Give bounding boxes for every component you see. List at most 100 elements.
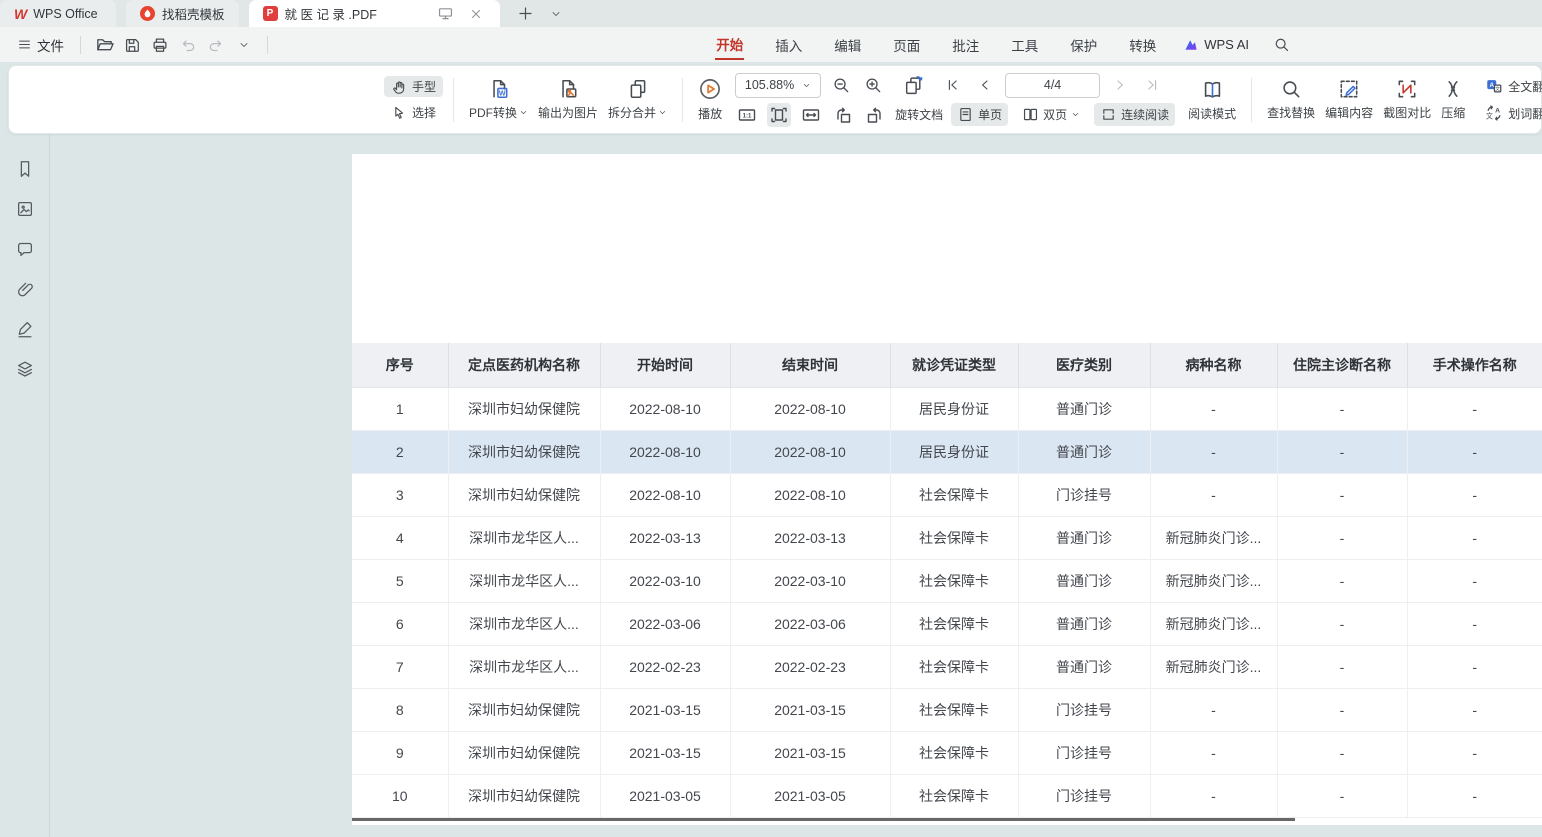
rotate-right-button[interactable] bbox=[863, 103, 887, 127]
medical-records-table-wrap: 序号定点医药机构名称开始时间结束时间就诊凭证类型医疗类别病种名称住院主诊断名称手… bbox=[352, 343, 1542, 821]
table-cell: - bbox=[1277, 516, 1407, 559]
tab-list-chevron-icon[interactable] bbox=[546, 4, 566, 24]
table-cell: 2022-03-13 bbox=[600, 516, 730, 559]
table-cell: 6 bbox=[352, 602, 448, 645]
table-cell: 深圳市龙华区人... bbox=[448, 559, 600, 602]
select-tool-button[interactable]: 选择 bbox=[384, 102, 443, 123]
search-icon[interactable] bbox=[1273, 36, 1290, 53]
fit-page-button[interactable] bbox=[767, 103, 791, 127]
next-page-button[interactable] bbox=[1108, 73, 1132, 97]
column-header: 医疗类别 bbox=[1018, 343, 1150, 387]
zoom-in-button[interactable] bbox=[861, 73, 885, 97]
zoom-out-button[interactable] bbox=[829, 73, 853, 97]
layers-icon[interactable] bbox=[14, 358, 36, 380]
comment-icon[interactable] bbox=[14, 238, 36, 260]
last-page-button[interactable] bbox=[1140, 73, 1164, 97]
table-cell: - bbox=[1277, 430, 1407, 473]
single-page-button[interactable]: 单页 bbox=[951, 103, 1008, 126]
wps-ai-button[interactable]: WPS AI bbox=[1183, 37, 1249, 53]
export-image-button[interactable]: 输出为图片 bbox=[533, 76, 603, 123]
pdf-convert-button[interactable]: W PDF转换 bbox=[464, 76, 533, 123]
menu-convert[interactable]: 转换 bbox=[1128, 31, 1157, 59]
redo-button[interactable] bbox=[204, 33, 228, 57]
previous-page-button[interactable] bbox=[973, 73, 997, 97]
word-translation-button[interactable]: 文 A 划词翻译 bbox=[1478, 102, 1542, 124]
attachment-icon[interactable] bbox=[14, 278, 36, 300]
table-cell: 门诊挂号 bbox=[1018, 731, 1150, 774]
signature-icon[interactable] bbox=[14, 318, 36, 340]
divider bbox=[267, 36, 268, 54]
table-cell: 普通门诊 bbox=[1018, 387, 1150, 430]
zoom-level-select[interactable]: 105.88% bbox=[735, 73, 821, 98]
menu-page[interactable]: 页面 bbox=[892, 31, 921, 59]
double-page-button[interactable]: 双页 bbox=[1016, 103, 1086, 126]
read-mode-button[interactable]: 阅读模式 bbox=[1183, 76, 1241, 124]
menu-protect[interactable]: 保护 bbox=[1069, 31, 1098, 59]
menu-insert[interactable]: 插入 bbox=[774, 31, 803, 59]
table-cell: - bbox=[1407, 774, 1542, 817]
find-replace-button[interactable]: 查找替换 bbox=[1262, 76, 1320, 123]
menu-tools[interactable]: 工具 bbox=[1010, 31, 1039, 59]
svg-text:文: 文 bbox=[1486, 111, 1493, 120]
screenshot-compare-button[interactable]: 截图对比 bbox=[1378, 76, 1436, 123]
file-menu-label: 文件 bbox=[37, 35, 64, 55]
page-thumbnails-icon[interactable] bbox=[14, 198, 36, 220]
menu-home[interactable]: 开始 bbox=[715, 30, 744, 60]
table-bottom-line bbox=[352, 818, 1295, 821]
table-cell: 10 bbox=[352, 774, 448, 817]
page-number-input[interactable]: 4/4 bbox=[1005, 73, 1100, 98]
undo-button[interactable] bbox=[176, 33, 200, 57]
single-page-label: 单页 bbox=[978, 106, 1002, 123]
table-cell: - bbox=[1407, 731, 1542, 774]
rotate-doc-label[interactable]: 旋转文档 bbox=[895, 106, 943, 123]
save-button[interactable] bbox=[120, 33, 144, 57]
book-icon bbox=[1201, 78, 1224, 101]
word-translation-label: 划词翻译 bbox=[1508, 105, 1542, 122]
compress-button[interactable]: 压缩 bbox=[1436, 76, 1470, 123]
column-header: 就诊凭证类型 bbox=[890, 343, 1018, 387]
menu-annotate[interactable]: 批注 bbox=[951, 31, 980, 59]
bookmark-icon[interactable] bbox=[14, 158, 36, 180]
read-mode-label: 阅读模式 bbox=[1188, 105, 1236, 122]
redo-icon bbox=[207, 36, 225, 54]
fit-width-button[interactable] bbox=[799, 103, 823, 127]
continuous-read-button[interactable]: 连续阅读 bbox=[1094, 103, 1175, 126]
docer-icon bbox=[140, 6, 155, 21]
file-menu-button[interactable]: 文件 bbox=[10, 32, 71, 58]
single-page-icon bbox=[957, 106, 974, 123]
tab-medical-record-pdf[interactable]: P 就 医 记 录 .PDF bbox=[249, 0, 500, 27]
fit-width-icon bbox=[801, 105, 821, 125]
tab-docer-templates[interactable]: 找稻壳模板 bbox=[126, 0, 239, 27]
table-cell: 普通门诊 bbox=[1018, 602, 1150, 645]
page-number-value: 4/4 bbox=[1044, 78, 1061, 92]
table-row: 3深圳市妇幼保健院2022-08-102022-08-10社会保障卡门诊挂号--… bbox=[352, 473, 1542, 516]
table-cell: 普通门诊 bbox=[1018, 645, 1150, 688]
actual-size-button[interactable]: 1:1 bbox=[735, 103, 759, 127]
monitor-icon[interactable] bbox=[436, 4, 456, 24]
close-tab-icon[interactable] bbox=[466, 4, 486, 24]
column-header: 开始时间 bbox=[600, 343, 730, 387]
menu-edit[interactable]: 编辑 bbox=[833, 31, 862, 59]
split-merge-button[interactable]: 拆分合并 bbox=[603, 76, 672, 123]
play-button[interactable]: 播放 bbox=[693, 75, 727, 124]
first-page-button[interactable] bbox=[941, 73, 965, 97]
table-cell: 社会保障卡 bbox=[890, 473, 1018, 516]
rotate-left-icon bbox=[833, 105, 853, 125]
tab-wps-office[interactable]: W WPS Office bbox=[0, 0, 116, 27]
table-cell: 2 bbox=[352, 430, 448, 473]
full-translation-button[interactable]: A 文 全文翻译 bbox=[1478, 75, 1542, 97]
full-translation-label: 全文翻译 bbox=[1508, 78, 1542, 95]
print-button[interactable] bbox=[148, 33, 172, 57]
table-cell: 深圳市妇幼保健院 bbox=[448, 774, 600, 817]
hand-tool-button[interactable]: 手型 bbox=[384, 76, 443, 97]
new-tab-icon[interactable] bbox=[516, 4, 536, 24]
table-cell: 深圳市妇幼保健院 bbox=[448, 731, 600, 774]
page-background-button[interactable] bbox=[901, 73, 925, 97]
quick-access-chevron-icon[interactable] bbox=[232, 33, 256, 57]
rotate-left-button[interactable] bbox=[831, 103, 855, 127]
edit-content-button[interactable]: 编辑内容 bbox=[1320, 76, 1378, 123]
open-file-button[interactable] bbox=[92, 33, 116, 57]
table-cell: - bbox=[1150, 731, 1277, 774]
divider bbox=[1251, 78, 1252, 122]
table-cell: 2021-03-05 bbox=[600, 774, 730, 817]
